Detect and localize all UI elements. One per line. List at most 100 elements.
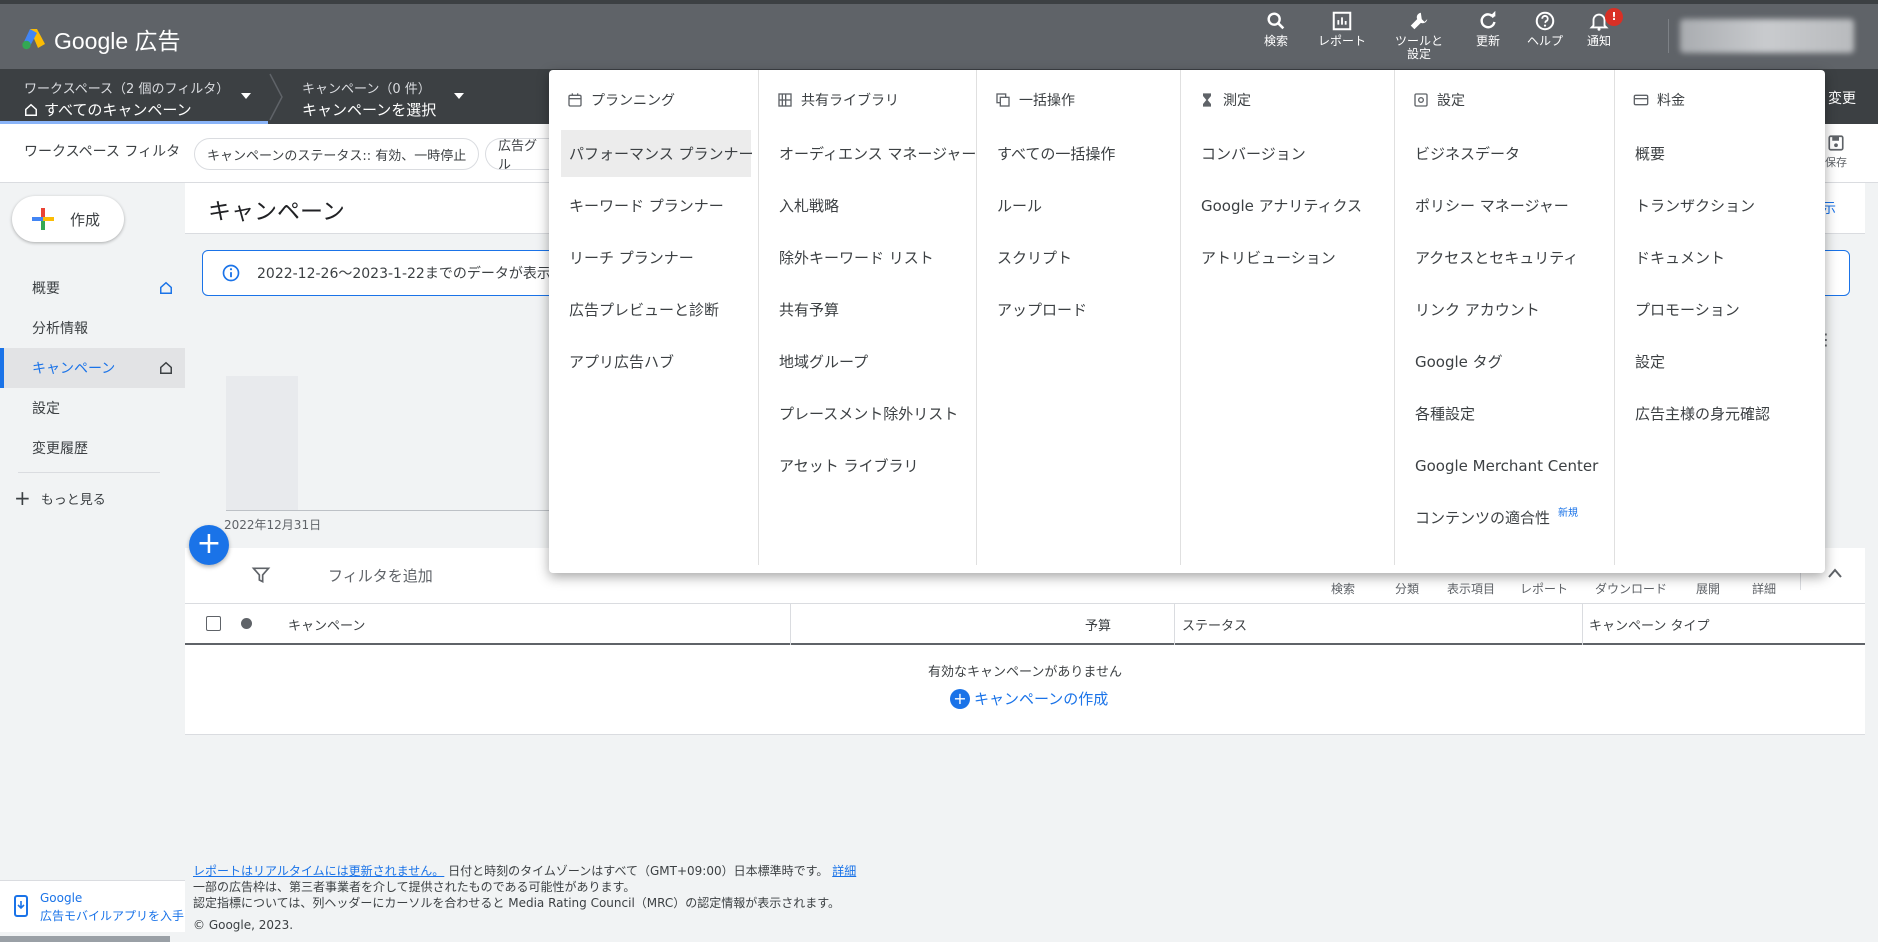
menu-item-business-data[interactable]: ビジネスデータ bbox=[1407, 130, 1520, 177]
column-header-budget[interactable]: 予算 bbox=[1085, 615, 1111, 634]
sidebar-item-insights[interactable]: 分析情報 bbox=[0, 308, 185, 348]
sidebar-item-label: 分析情報 bbox=[32, 321, 88, 337]
menu-item-promotions[interactable]: プロモーション bbox=[1627, 286, 1740, 333]
horizontal-scrollbar[interactable] bbox=[0, 936, 170, 942]
account-selector-blurred[interactable] bbox=[1680, 19, 1854, 53]
menu-item-negative-keywords[interactable]: 除外キーワード リスト bbox=[771, 234, 934, 281]
column-header-status[interactable]: ステータス bbox=[1182, 615, 1247, 634]
menu-item-performance-planner[interactable]: パフォーマンス プランナー bbox=[561, 130, 753, 177]
filter-chip-adgroup[interactable]: 広告グル bbox=[485, 138, 551, 170]
filter-icon[interactable] bbox=[251, 565, 271, 585]
menu-item-shared-budgets[interactable]: 共有予算 bbox=[771, 286, 839, 333]
column-header-type[interactable]: キャンペーン タイプ bbox=[1589, 615, 1709, 634]
menu-heading-label: プランニング bbox=[591, 93, 675, 109]
chart-date-label: 2022年12月31日 bbox=[224, 518, 322, 532]
sidebar-item-history[interactable]: 変更履歴 bbox=[0, 428, 185, 468]
change-link[interactable]: 変更 bbox=[1828, 88, 1856, 108]
workspace-value: すべてのキャンペーン bbox=[44, 101, 192, 119]
topbar-search-button[interactable]: 検索 bbox=[1264, 10, 1288, 66]
menu-item-keyword-planner[interactable]: キーワード プランナー bbox=[561, 182, 724, 229]
menu-item-google-tag[interactable]: Google タグ bbox=[1407, 338, 1503, 385]
menu-item-reach-planner[interactable]: リーチ プランナー bbox=[561, 234, 694, 281]
page-title: キャンペーン bbox=[208, 199, 345, 225]
menu-item-bid-strategies[interactable]: 入札戦略 bbox=[771, 182, 839, 229]
date-info-text: 2022-12-26～2023-1-22までのデータが表示さ bbox=[257, 266, 565, 282]
menu-item-all-bulk-actions[interactable]: すべての一括操作 bbox=[989, 130, 1115, 177]
save-icon bbox=[1828, 135, 1844, 151]
menu-heading-label: 一括操作 bbox=[1019, 93, 1075, 109]
menu-item-access-security[interactable]: アクセスとセキュリティ bbox=[1407, 234, 1578, 281]
chevron-up-icon[interactable] bbox=[1828, 568, 1842, 578]
realtime-report-link[interactable]: レポートはリアルタイムには更新されません。 bbox=[193, 864, 444, 878]
mobile-promo-line-2: 広告モバイルアプリを入手 bbox=[40, 909, 185, 923]
menu-item-google-analytics[interactable]: Google アナリティクス bbox=[1193, 182, 1362, 229]
workspace-label: ワークスペース（2 個のフィルタ） bbox=[24, 82, 230, 97]
sidebar-item-label: 変更履歴 bbox=[32, 441, 88, 457]
menu-item-preferences[interactable]: 各種設定 bbox=[1407, 390, 1475, 437]
settings-icon bbox=[1414, 93, 1428, 107]
add-campaign-fab[interactable]: + bbox=[189, 525, 229, 565]
topbar-report-button[interactable]: レポート bbox=[1318, 10, 1366, 66]
menu-item-placement-exclusions[interactable]: プレースメント除外リスト bbox=[771, 390, 958, 437]
topbar-refresh-button[interactable]: 更新 bbox=[1476, 10, 1500, 66]
add-filter-button[interactable]: フィルタを追加 bbox=[328, 565, 433, 586]
calendar-icon bbox=[568, 93, 582, 107]
mobile-app-promo[interactable]: Google 広告モバイルアプリを入手 bbox=[0, 880, 185, 932]
mobile-promo-line-1: Google bbox=[40, 891, 83, 905]
card-icon bbox=[1633, 94, 1649, 106]
menu-item-ad-preview[interactable]: 広告プレビューと診断 bbox=[561, 286, 719, 333]
workspace-selector[interactable]: ワークスペース（2 個のフィルタ） すべてのキャンペーン bbox=[24, 78, 229, 120]
campaign-selector[interactable]: キャンペーン（0 件） キャンペーンを選択 bbox=[302, 78, 436, 120]
menu-item-merchant-center[interactable]: Google Merchant Center bbox=[1407, 442, 1598, 489]
table-tool-columns[interactable]: 表示項目 bbox=[1447, 580, 1495, 597]
menu-item-scripts[interactable]: スクリプト bbox=[989, 234, 1072, 281]
table-tool-segment[interactable]: 分類 bbox=[1395, 580, 1419, 597]
refresh-icon bbox=[1480, 10, 1496, 29]
menu-item-documents[interactable]: ドキュメント bbox=[1627, 234, 1725, 281]
table-tool-expand[interactable]: 展開 bbox=[1696, 580, 1720, 597]
menu-item-policy-manager[interactable]: ポリシー マネージャー bbox=[1407, 182, 1569, 229]
menu-item-transactions[interactable]: トランザクション bbox=[1627, 182, 1755, 229]
topbar-tools-button[interactable]: ツールと設定 bbox=[1394, 10, 1444, 66]
menu-item-billing-settings[interactable]: 設定 bbox=[1627, 338, 1665, 385]
menu-item-conversions[interactable]: コンバージョン bbox=[1193, 130, 1306, 177]
create-campaign-link[interactable]: + キャンペーンの作成 bbox=[950, 688, 1108, 709]
menu-item-advertiser-verification[interactable]: 広告主様の身元確認 bbox=[1627, 390, 1770, 437]
workspace-dropdown-icon[interactable] bbox=[240, 92, 252, 100]
campaign-dropdown-icon[interactable] bbox=[453, 92, 465, 100]
table-tool-report[interactable]: レポート bbox=[1520, 580, 1568, 597]
menu-heading-label: 設定 bbox=[1437, 93, 1465, 109]
hourglass-icon bbox=[1203, 93, 1211, 107]
menu-column-shared-library: 共有ライブラリ オーディエンス マネージャー 入札戦略 除外キーワード リスト … bbox=[759, 70, 977, 565]
table-tool-more[interactable]: 詳細 bbox=[1752, 580, 1776, 597]
menu-item-app-ads-hub[interactable]: アプリ広告ハブ bbox=[561, 338, 674, 385]
sidebar-item-campaigns[interactable]: キャンペーン bbox=[0, 348, 185, 388]
menu-heading-planning: プランニング bbox=[567, 90, 675, 110]
sidebar-more-button[interactable]: + もっと見る bbox=[14, 486, 106, 510]
menu-item-content-suitability[interactable]: コンテンツの適合性 新規 bbox=[1407, 494, 1578, 541]
menu-item-billing-summary[interactable]: 概要 bbox=[1627, 130, 1665, 177]
sidebar-item-settings[interactable]: 設定 bbox=[0, 388, 185, 428]
filter-chip-status[interactable]: キャンペーンのステータス:: 有効、一時停止 bbox=[194, 138, 480, 170]
column-divider bbox=[1582, 604, 1583, 645]
menu-item-attribution[interactable]: アトリビューション bbox=[1193, 234, 1336, 281]
google-ads-logo[interactable]: Google 広告 bbox=[22, 22, 181, 56]
select-all-checkbox[interactable] bbox=[206, 616, 221, 631]
table-tool-search[interactable]: 検索 bbox=[1331, 580, 1355, 597]
info-icon bbox=[222, 264, 240, 282]
campaign-selector-label: キャンペーン（0 件） bbox=[302, 82, 431, 97]
status-dot-icon bbox=[241, 618, 252, 629]
menu-item-uploads[interactable]: アップロード bbox=[989, 286, 1087, 333]
menu-item-rules[interactable]: ルール bbox=[989, 182, 1042, 229]
details-link[interactable]: 詳細 bbox=[832, 864, 856, 878]
menu-item-asset-library[interactable]: アセット ライブラリ bbox=[771, 442, 918, 489]
column-header-campaign[interactable]: キャンペーン bbox=[288, 615, 365, 634]
menu-item-audience-manager[interactable]: オーディエンス マネージャー bbox=[771, 130, 976, 177]
menu-item-linked-accounts[interactable]: リンク アカウント bbox=[1407, 286, 1540, 333]
table-tool-download[interactable]: ダウンロード bbox=[1595, 580, 1667, 597]
topbar-help-button[interactable]: ヘルプ bbox=[1527, 10, 1563, 66]
breadcrumb-chevron-icon bbox=[269, 73, 283, 121]
menu-item-location-groups[interactable]: 地域グループ bbox=[771, 338, 868, 385]
sidebar-item-overview[interactable]: 概要 bbox=[0, 268, 185, 308]
create-button[interactable]: 作成 bbox=[12, 196, 124, 242]
